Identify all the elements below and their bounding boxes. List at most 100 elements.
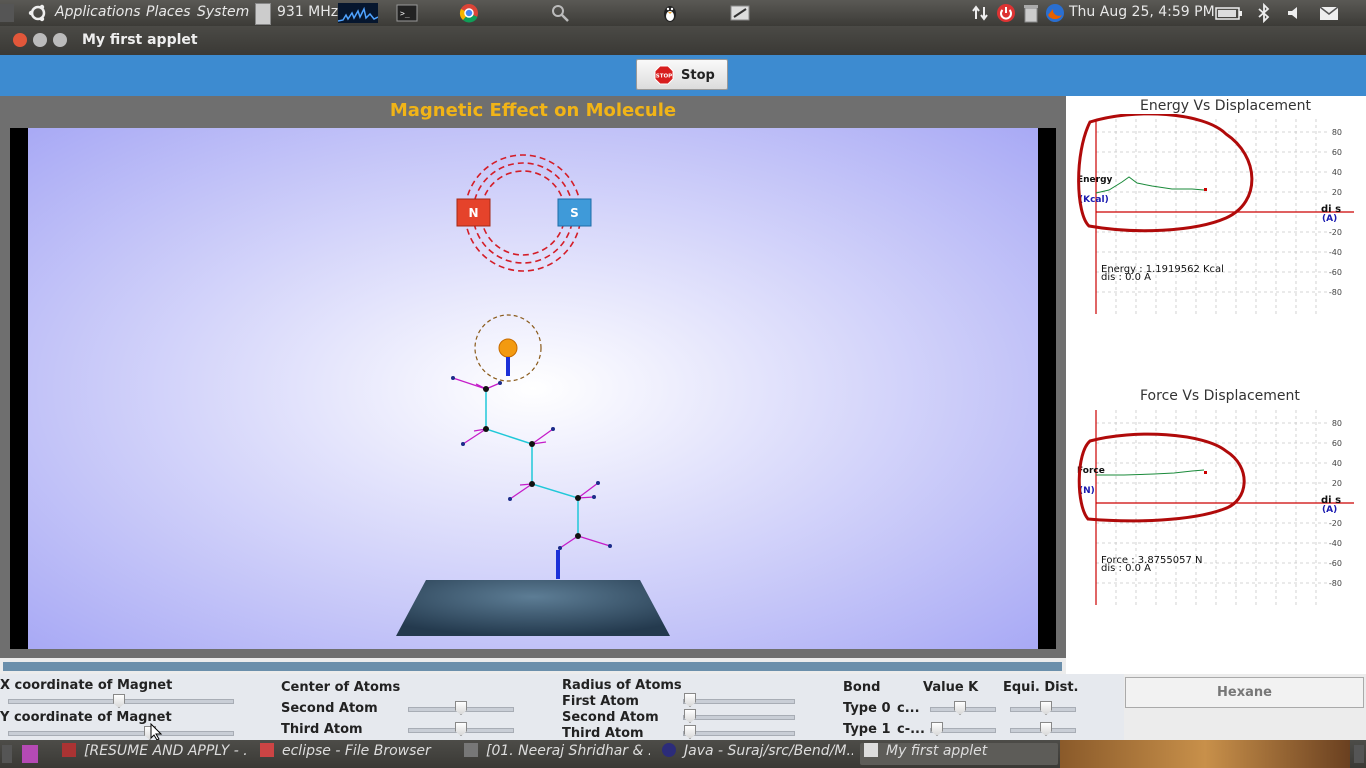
taskbar-label: Java - Suraj/src/Bend/M...: [684, 743, 853, 759]
force-readout-dis: dis : 0.0 A: [1101, 563, 1151, 574]
battery-icon[interactable]: [1215, 3, 1243, 23]
equi-dist-label: Equi. Dist.: [1003, 680, 1079, 695]
type0-value: c...: [897, 701, 920, 716]
left-border: [10, 128, 28, 649]
force-curve: [1096, 469, 1205, 476]
radius-second-atom-thumb[interactable]: [684, 709, 696, 723]
type0-label: Type 0: [843, 701, 891, 716]
applet-icon: [864, 743, 878, 757]
taskbar-label: [RESUME AND APPLY - ...: [84, 743, 248, 759]
terminal-icon[interactable]: >_: [396, 3, 418, 23]
center-second-atom-thumb[interactable]: [455, 701, 467, 715]
top-atom[interactable]: [498, 338, 518, 358]
cpu-frequency: 931 MHz: [277, 4, 339, 20]
horizontal-scrollbar[interactable]: [3, 662, 1062, 671]
center-atoms-label: Center of Atoms: [281, 680, 401, 695]
maximize-icon[interactable]: [53, 33, 67, 47]
force-graph-title: Force Vs Displacement: [1140, 388, 1300, 404]
panel-scroll-left-icon[interactable]: [0, 4, 14, 22]
right-border: [1038, 128, 1056, 649]
svg-text:40: 40: [1332, 459, 1342, 468]
radius-first-atom-thumb[interactable]: [684, 693, 696, 707]
chrome-icon[interactable]: [459, 3, 479, 23]
energy-current-point: [1204, 188, 1207, 191]
stop-button[interactable]: STOP Stop: [636, 59, 728, 90]
show-desktop-icon[interactable]: [22, 745, 38, 763]
energy-readout-dis: dis : 0.0 A: [1101, 272, 1151, 283]
menu-system[interactable]: System: [197, 4, 249, 20]
search-icon[interactable]: [550, 3, 570, 23]
type0-dist-thumb[interactable]: [1040, 701, 1052, 715]
svg-text:80: 80: [1332, 419, 1342, 428]
radius-third-atom-thumb[interactable]: [684, 725, 696, 739]
type1-k-thumb[interactable]: [931, 722, 943, 736]
panel-clock[interactable]: Thu Aug 25, 4:59 PM: [1069, 4, 1215, 20]
radius-second-atom-slider[interactable]: [683, 715, 795, 720]
minimize-icon[interactable]: [33, 33, 47, 47]
svg-text:N: N: [468, 206, 478, 220]
screenshot-app-icon[interactable]: [730, 3, 750, 23]
ubuntu-logo-icon[interactable]: [28, 3, 48, 23]
bluetooth-icon[interactable]: [1254, 3, 1274, 23]
power-icon[interactable]: [996, 3, 1016, 23]
trash-icon[interactable]: [1021, 3, 1041, 23]
hexane-button[interactable]: Hexane: [1125, 677, 1364, 708]
force-graph: 8060 4020 -20-40 -60-80 Force (N) di s (…: [1077, 410, 1354, 605]
x-magnet-slider-thumb[interactable]: [113, 694, 125, 708]
taskbar-item-media[interactable]: [01. Neeraj Shridhar & ...: [460, 743, 650, 765]
svg-text:20: 20: [1332, 188, 1342, 197]
menu-places[interactable]: Places: [146, 4, 191, 20]
base-platform: [396, 580, 670, 636]
force-current-point: [1204, 471, 1207, 474]
energy-graph: 80 60 40 20 -20 -40 -60 -80 Energy (Kcal) di…: [1077, 114, 1354, 314]
magnet-south[interactable]: S: [557, 198, 592, 227]
menu-applications[interactable]: Applications: [55, 4, 141, 20]
radius-third-atom-label: Third Atom: [562, 726, 644, 741]
firefox-icon[interactable]: [1045, 3, 1065, 23]
eclipse-icon: [662, 743, 676, 757]
taskbar-item-applet[interactable]: My first applet: [860, 743, 1058, 765]
mail-icon[interactable]: [1319, 3, 1339, 23]
stop-sign-icon: STOP: [654, 65, 674, 85]
simulation-title: Magnetic Effect on Molecule: [389, 100, 677, 121]
y-magnet-slider[interactable]: [8, 731, 234, 736]
simulation-canvas[interactable]: N S: [10, 128, 1056, 649]
value-k-label: Value K: [923, 680, 979, 695]
svg-text:-80: -80: [1329, 579, 1342, 588]
taskbar-item-java-eclipse[interactable]: Java - Suraj/src/Bend/M...: [658, 743, 853, 765]
mouse-cursor-icon: [150, 723, 163, 741]
window-title: My first applet: [82, 32, 198, 48]
taskbar-item-eclipse-browser[interactable]: eclipse - File Browser: [256, 743, 446, 765]
taskbar-scroll-left-icon[interactable]: [2, 745, 12, 763]
radius-atoms-label: Radius of Atoms: [562, 678, 682, 693]
network-updown-icon[interactable]: [970, 3, 990, 23]
type1-label: Type 1: [843, 722, 891, 737]
type1-dist-thumb[interactable]: [1040, 722, 1052, 736]
system-monitor-graph[interactable]: [338, 3, 378, 23]
penguin-icon[interactable]: [660, 3, 680, 23]
desktop-wallpaper-strip: [1060, 740, 1350, 768]
folder-icon: [260, 743, 274, 757]
document-icon: [62, 743, 76, 757]
close-icon[interactable]: [13, 33, 27, 47]
bond-label: Bond: [843, 680, 881, 695]
radius-first-atom-slider[interactable]: [683, 699, 795, 704]
svg-text:STOP: STOP: [656, 74, 672, 80]
svg-text:>_: >_: [400, 9, 410, 18]
svg-text:60: 60: [1332, 439, 1342, 448]
type1-value: c-...: [897, 722, 925, 737]
center-third-atom-thumb[interactable]: [455, 722, 467, 736]
top-panel: Applications Places System 931 MHz >_ Th…: [0, 0, 1366, 26]
hexane-label: Hexane: [1217, 685, 1272, 700]
radius-third-atom-slider[interactable]: [683, 731, 795, 736]
volume-icon[interactable]: [1285, 3, 1305, 23]
svg-text:-20: -20: [1329, 519, 1342, 528]
svg-text:-20: -20: [1329, 228, 1342, 237]
svg-text:80: 80: [1332, 128, 1342, 137]
x-magnet-label: X coordinate of Magnet: [0, 678, 173, 693]
type0-k-thumb[interactable]: [954, 701, 966, 715]
taskbar-item-resume[interactable]: [RESUME AND APPLY - ...: [58, 743, 248, 765]
taskbar-scroll-right-icon[interactable]: [1354, 745, 1364, 763]
window-titlebar[interactable]: My first applet: [0, 26, 1366, 55]
magnet-north[interactable]: N: [456, 198, 491, 227]
